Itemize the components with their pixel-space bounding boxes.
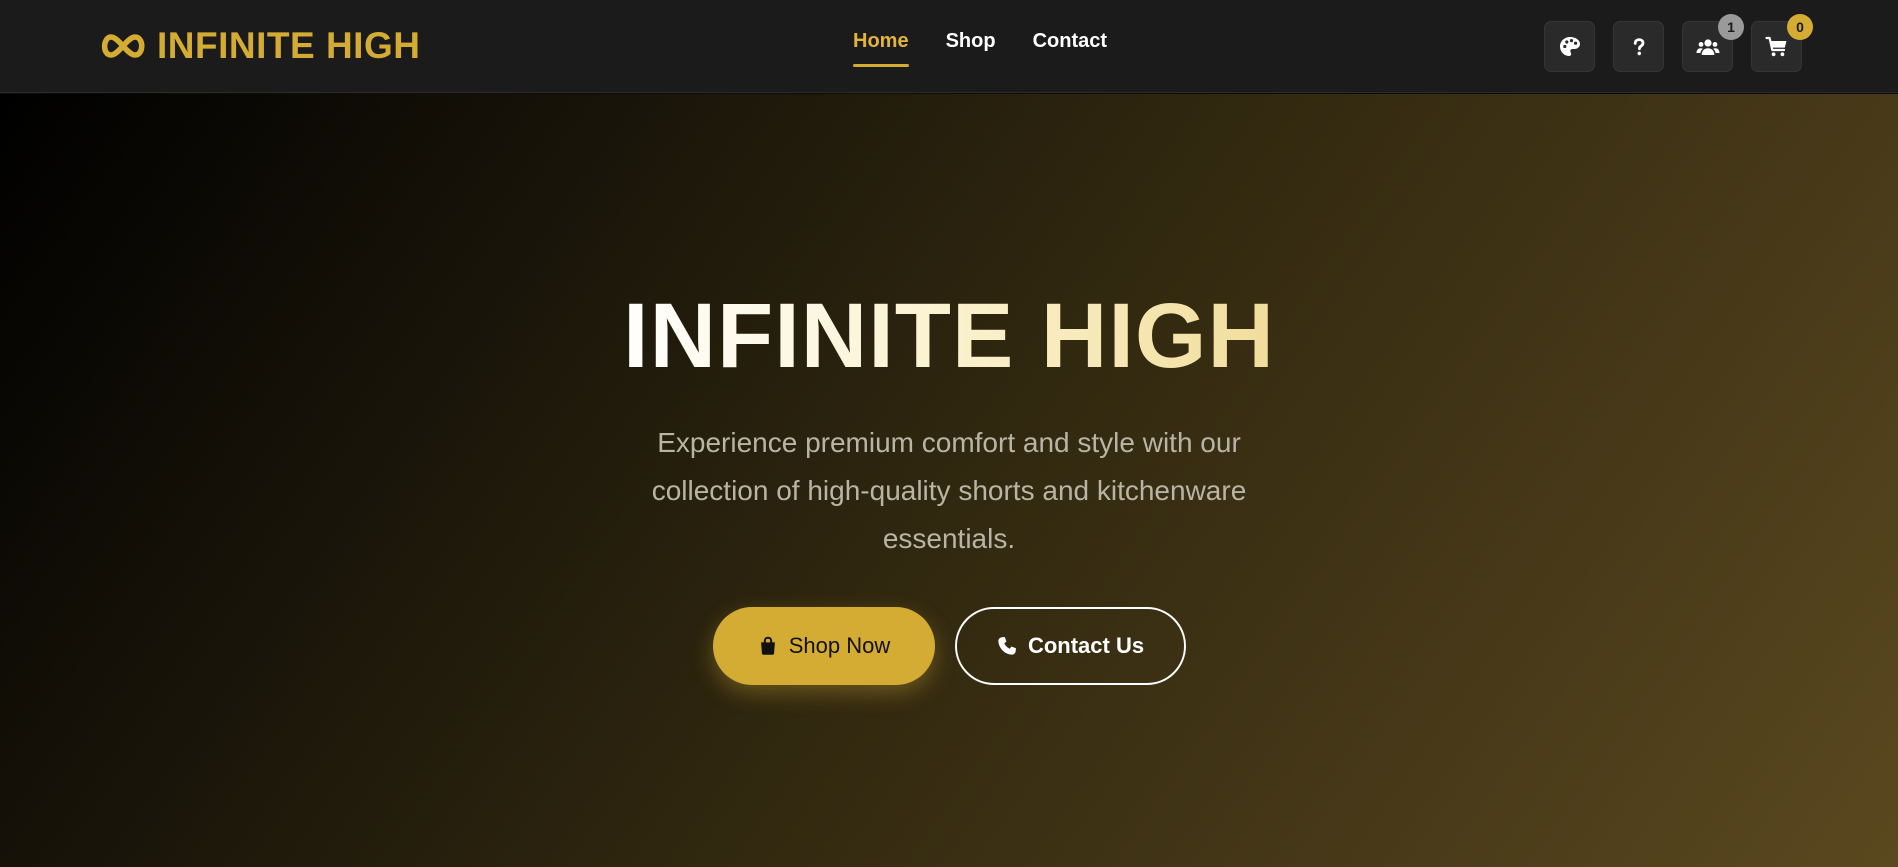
navbar: INFINITE HIGH Home Shop Contact 1 0: [0, 0, 1898, 93]
nav-link-shop[interactable]: Shop: [946, 30, 996, 67]
cart-button[interactable]: 0: [1751, 14, 1813, 72]
help-button[interactable]: [1613, 21, 1664, 72]
header-actions: 1 0: [1544, 14, 1813, 72]
shop-now-label: Shop Now: [788, 633, 891, 658]
contact-us-button[interactable]: Contact Us: [954, 607, 1186, 685]
users-count-badge: 1: [1718, 14, 1744, 40]
infinity-icon: [101, 34, 145, 58]
hero-section: INFINITE HIGH Experience premium comfort…: [0, 94, 1898, 867]
users-button[interactable]: 1: [1682, 14, 1744, 72]
brand-name: INFINITE HIGH: [157, 25, 421, 66]
nav-link-contact[interactable]: Contact: [1033, 30, 1107, 67]
hero-buttons: Shop Now Contact Us: [599, 607, 1299, 685]
shop-now-button[interactable]: Shop Now: [712, 607, 935, 685]
hero-title: INFINITE HIGH: [599, 290, 1299, 382]
main-nav: Home Shop Contact: [853, 30, 1107, 67]
question-icon: [1633, 37, 1644, 55]
shopping-bag-icon: [760, 636, 775, 655]
palette-icon: [1559, 36, 1580, 56]
brand-logo[interactable]: INFINITE HIGH: [99, 24, 420, 68]
hero-content: INFINITE HIGH Experience premium comfort…: [599, 290, 1299, 685]
phone-icon: [998, 637, 1016, 655]
theme-button[interactable]: [1544, 21, 1595, 72]
cart-count-badge: 0: [1787, 14, 1813, 40]
hero-subtitle: Experience premium comfort and style wit…: [651, 427, 1247, 554]
nav-link-home[interactable]: Home: [853, 30, 909, 67]
contact-us-label: Contact Us: [1027, 633, 1145, 658]
cart-icon: [1764, 36, 1786, 56]
users-icon: [1696, 38, 1719, 55]
